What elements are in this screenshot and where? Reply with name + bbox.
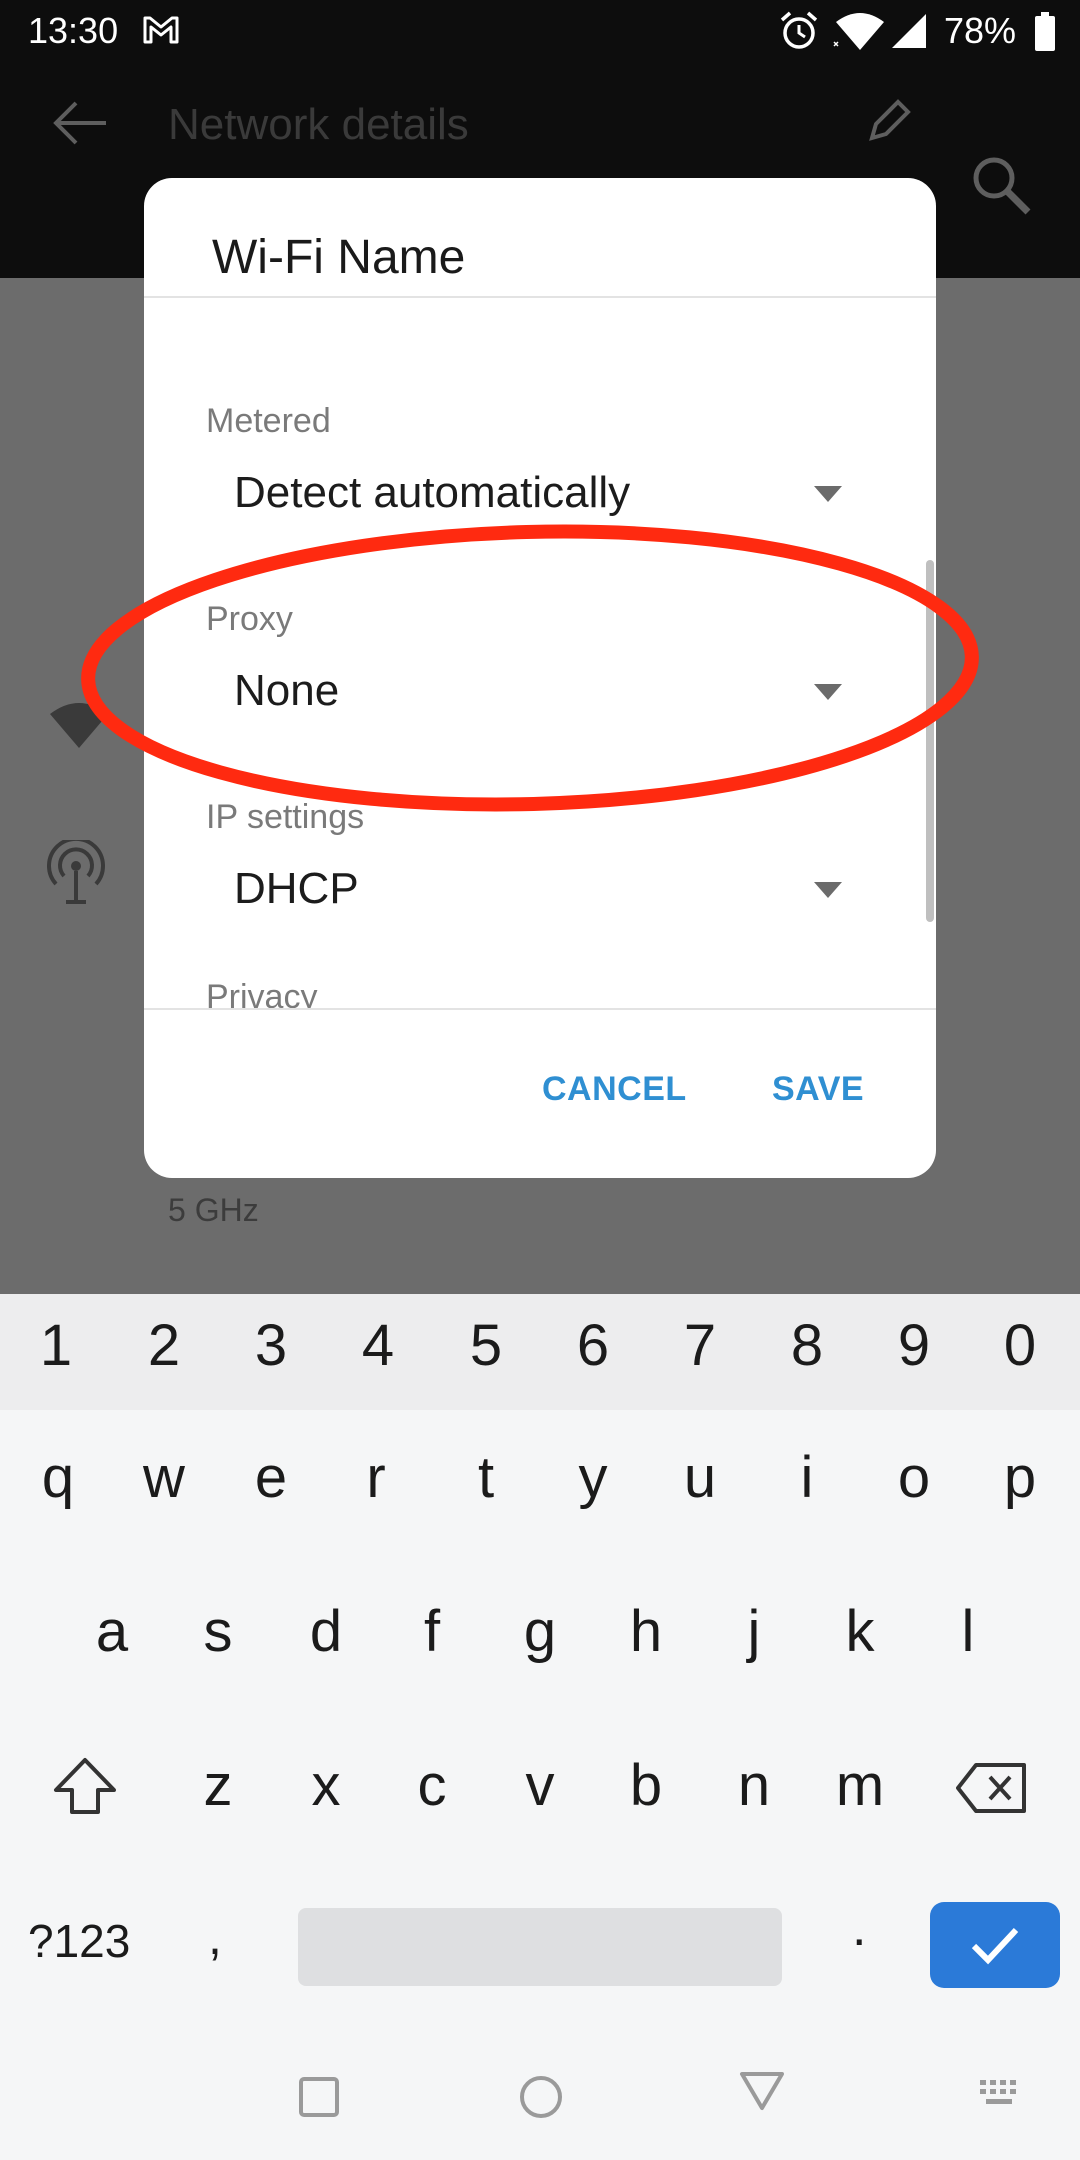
- number-key-3[interactable]: 3: [226, 1312, 316, 1379]
- period-key[interactable]: .: [852, 1898, 866, 1958]
- letter-key-j[interactable]: j: [709, 1598, 799, 1665]
- dialog-divider: [144, 1008, 936, 1010]
- dialog-title: Wi-Fi Name: [212, 231, 466, 284]
- dropdown-arrow-icon: [814, 684, 842, 700]
- letter-key-v[interactable]: v: [495, 1752, 585, 1819]
- letter-key-n[interactable]: n: [709, 1752, 799, 1819]
- number-key-2[interactable]: 2: [119, 1312, 209, 1379]
- letter-key-i[interactable]: i: [762, 1444, 852, 1511]
- letter-key-p[interactable]: p: [975, 1444, 1065, 1511]
- check-icon: [971, 1927, 1019, 1965]
- cancel-button[interactable]: CANCEL: [542, 1070, 687, 1109]
- letter-key-e[interactable]: e: [226, 1444, 316, 1511]
- dropdown-arrow-icon: [814, 486, 842, 502]
- letter-key-t[interactable]: t: [441, 1444, 531, 1511]
- letter-key-d[interactable]: d: [281, 1598, 371, 1665]
- dialog-scrollbar[interactable]: [926, 560, 934, 922]
- battery-icon: [1035, 12, 1055, 51]
- letter-key-m[interactable]: m: [815, 1752, 905, 1819]
- antenna-icon: [47, 840, 105, 904]
- letter-key-q[interactable]: q: [13, 1444, 103, 1511]
- letter-key-f[interactable]: f: [387, 1598, 477, 1665]
- letter-key-r[interactable]: r: [331, 1444, 421, 1511]
- app-title: Network details: [168, 100, 469, 149]
- search-icon: [973, 157, 1031, 215]
- number-key-8[interactable]: 8: [762, 1312, 852, 1379]
- backspace-icon[interactable]: [956, 1762, 1028, 1814]
- number-key-6[interactable]: 6: [548, 1312, 638, 1379]
- metered-dropdown[interactable]: Detect automatically: [206, 456, 872, 536]
- number-key-4[interactable]: 4: [333, 1312, 423, 1379]
- letter-key-l[interactable]: l: [923, 1598, 1013, 1665]
- letter-key-x[interactable]: x: [281, 1752, 371, 1819]
- space-key[interactable]: [298, 1908, 782, 1986]
- signal-icon: [892, 14, 926, 48]
- metered-label: Metered: [206, 402, 331, 440]
- battery-percentage: 78%: [944, 10, 1017, 51]
- letter-key-y[interactable]: y: [548, 1444, 638, 1511]
- status-bar: 13:30 78%: [0, 0, 1080, 62]
- letter-key-w[interactable]: w: [119, 1444, 209, 1511]
- ip-settings-label: IP settings: [206, 798, 365, 836]
- frequency-value: 5 GHz: [168, 1192, 259, 1228]
- number-key-7[interactable]: 7: [655, 1312, 745, 1379]
- letter-key-s[interactable]: s: [173, 1598, 263, 1665]
- save-button[interactable]: SAVE: [772, 1070, 864, 1109]
- number-key-5[interactable]: 5: [441, 1312, 531, 1379]
- letter-key-z[interactable]: z: [173, 1752, 263, 1819]
- number-key-0[interactable]: 0: [975, 1312, 1065, 1379]
- letter-key-o[interactable]: o: [869, 1444, 959, 1511]
- status-time: 13:30: [28, 10, 119, 51]
- symbols-key[interactable]: ?123: [28, 1914, 130, 1968]
- alarm-icon: [780, 11, 818, 49]
- letter-key-k[interactable]: k: [815, 1598, 905, 1665]
- letter-key-h[interactable]: h: [601, 1598, 691, 1665]
- back-arrow-icon: [53, 101, 106, 145]
- dialog-scroll-area[interactable]: Metered Detect automatically Proxy None …: [144, 298, 936, 1008]
- gmail-icon: [143, 16, 179, 44]
- letter-key-b[interactable]: b: [601, 1752, 691, 1819]
- shift-icon[interactable]: [52, 1756, 118, 1816]
- metered-value: Detect automatically: [234, 468, 631, 517]
- back-triangle-icon[interactable]: [738, 2070, 786, 2112]
- proxy-label: Proxy: [206, 600, 293, 638]
- number-key-1[interactable]: 1: [11, 1312, 101, 1379]
- proxy-dropdown[interactable]: None: [206, 654, 872, 734]
- letter-key-g[interactable]: g: [495, 1598, 585, 1665]
- soft-keyboard: 1234567890 qwertyuiop asdfghjkl zxcvbnm ?12…: [0, 1294, 1080, 2160]
- enter-key[interactable]: [930, 1902, 1060, 1988]
- proxy-value: None: [234, 666, 340, 715]
- home-circle-icon[interactable]: [518, 2074, 564, 2120]
- recents-square-icon[interactable]: [298, 2076, 340, 2118]
- privacy-label: Privacy: [206, 978, 318, 1008]
- ip-settings-dropdown[interactable]: DHCP: [206, 852, 872, 932]
- letter-key-a[interactable]: a: [67, 1598, 157, 1665]
- dropdown-arrow-icon: [814, 882, 842, 898]
- wifi-settings-dialog: Wi-Fi Name Metered Detect automatically …: [144, 178, 936, 1178]
- letter-key-c[interactable]: c: [387, 1752, 477, 1819]
- wifi-icon: [833, 13, 884, 50]
- comma-key[interactable]: ,: [208, 1908, 222, 1966]
- wifi-signal-icon: [50, 703, 108, 748]
- keyboard-switch-icon[interactable]: [978, 2078, 1022, 2110]
- number-key-9[interactable]: 9: [869, 1312, 959, 1379]
- letter-key-u[interactable]: u: [655, 1444, 745, 1511]
- edit-icon: [869, 99, 911, 141]
- ip-settings-value: DHCP: [234, 864, 359, 913]
